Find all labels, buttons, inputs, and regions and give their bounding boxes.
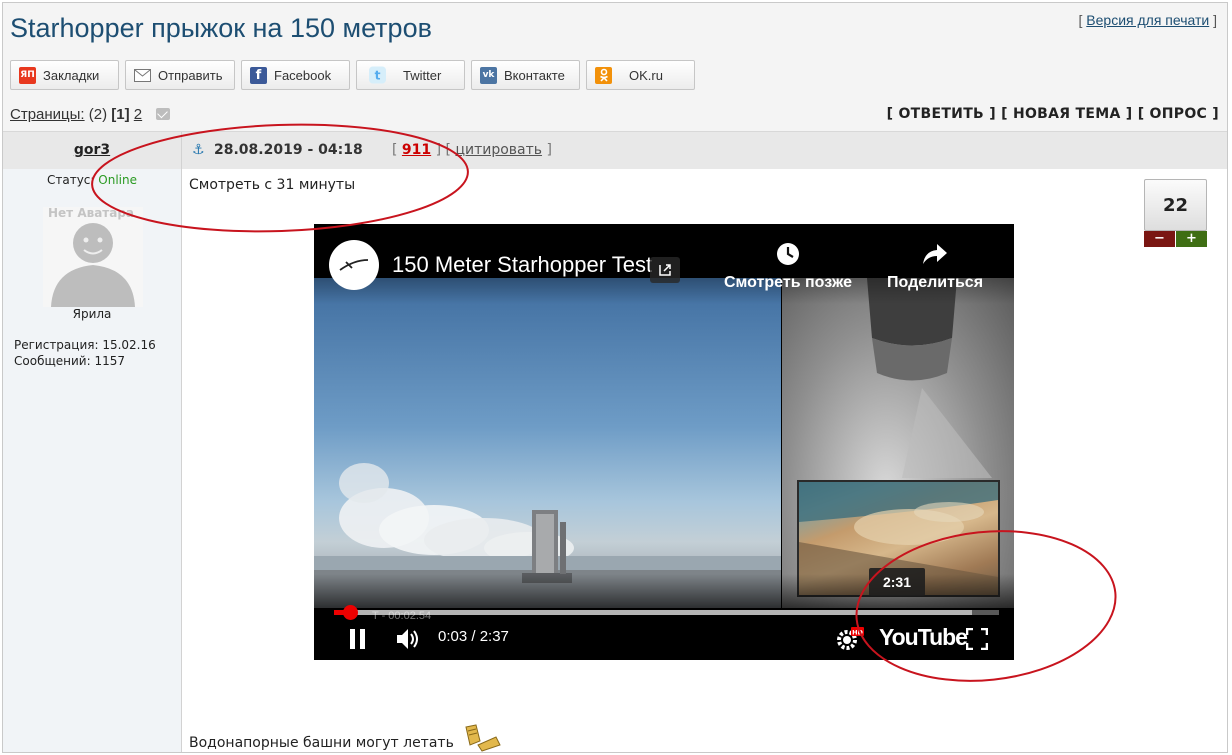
pages-label[interactable]: Страницы: <box>10 106 85 123</box>
post-number[interactable]: 911 <box>402 142 431 158</box>
share-bar: ЯП Закладки Отправить f Facebook t Twitt… <box>3 55 1227 99</box>
no-avatar-label: Нет Аватара <box>48 206 135 220</box>
avatar <box>43 207 143 307</box>
spacex-channel-logo[interactable] <box>329 240 379 290</box>
page-title: Starhopper прыжок на 150 метров <box>10 13 432 43</box>
post-date: 28.08.2019 - 04:18 <box>214 142 363 158</box>
pause-icon[interactable] <box>348 628 368 653</box>
vk-icon: vk <box>480 66 497 84</box>
share-bookmarks-button[interactable]: ЯП Закладки <box>10 60 119 90</box>
pagination-row: Страницы: (2) [1] 2 [ ОТВЕТИТЬ ] [ НОВАЯ… <box>3 99 1227 131</box>
page-2-link[interactable]: 2 <box>134 106 142 123</box>
subscribe-icon[interactable] <box>156 108 171 120</box>
quote-link[interactable]: цитировать <box>455 142 542 158</box>
topic-header: Starhopper прыжок на 150 метров [ Версия… <box>3 3 1227 55</box>
author-info: Статус: Online Нет Аватара Ярила Регистр… <box>3 169 181 752</box>
odnoklassniki-icon <box>595 66 612 84</box>
external-link-icon[interactable] <box>650 257 680 283</box>
print-version: [ Версия для печати ] <box>1078 12 1217 28</box>
video-title[interactable]: 150 Meter Starhopper Test <box>392 252 652 278</box>
user-rank: Ярила <box>72 307 112 321</box>
twitter-icon: t <box>369 66 386 84</box>
page-count: (2) <box>88 106 108 123</box>
watch-later-button[interactable]: Смотреть позже <box>724 242 852 292</box>
video-time: 0:03 / 2:37 <box>438 628 509 645</box>
online-status: Online <box>98 173 137 187</box>
clock-icon <box>724 242 852 266</box>
post-rating: 22 − + <box>1144 179 1207 247</box>
yandex-bookmarks-icon: ЯП <box>19 66 36 84</box>
settings-icon[interactable]: HD <box>836 627 866 654</box>
reply-button[interactable]: [ ОТВЕТИТЬ ] <box>887 106 996 122</box>
post-content: Смотреть с 31 минуты 22 − + 150 Meter St… <box>181 169 1227 752</box>
svg-text:t: t <box>375 69 381 83</box>
share-email-button[interactable]: Отправить <box>125 60 235 90</box>
share-twitter-button[interactable]: t Twitter <box>356 60 465 90</box>
share-video-button[interactable]: Поделиться <box>887 242 983 292</box>
post-header: gor3 ⚓ 28.08.2019 - 04:18 [ 911 ] [ цити… <box>3 131 1227 170</box>
new-topic-button[interactable]: [ НОВАЯ ТЕМА ] <box>1001 106 1132 122</box>
anchor-icon[interactable]: ⚓ <box>192 142 205 158</box>
user-status: Статус: Online <box>46 173 137 187</box>
rating-minus-button[interactable]: − <box>1144 231 1175 247</box>
share-facebook-button[interactable]: f Facebook <box>241 60 350 90</box>
topic-actions: [ ОТВЕТИТЬ ] [ НОВАЯ ТЕМА ] [ ОПРОС ] <box>887 106 1219 122</box>
post-text: Смотреть с 31 минуты <box>189 177 356 193</box>
print-version-link[interactable]: Версия для печати <box>1086 12 1209 28</box>
share-ok-button[interactable]: OK.ru <box>586 60 695 90</box>
rating-plus-button[interactable]: + <box>1176 231 1207 247</box>
current-page: [1] <box>111 106 130 123</box>
share-arrow-icon <box>887 242 983 266</box>
share-vk-button[interactable]: vk Вконтакте <box>471 60 580 90</box>
forum-topic-page: Starhopper прыжок на 150 метров [ Версия… <box>2 2 1228 753</box>
post-author[interactable]: gor3 <box>3 142 181 158</box>
post-meta: [ 911 ] [ цитировать ] <box>392 142 552 158</box>
fullscreen-icon[interactable] <box>965 627 989 653</box>
progress-buffered <box>334 610 972 615</box>
facebook-icon: f <box>250 66 267 84</box>
volume-icon[interactable] <box>396 628 422 653</box>
default-avatar-icon <box>51 223 135 307</box>
youtube-logo[interactable]: YouTube <box>879 624 968 651</box>
seek-preview-time: 2:31 <box>869 568 925 596</box>
registration-date: Регистрация: 15.02.16 <box>14 338 156 352</box>
video-frame-launch <box>314 278 781 608</box>
poll-button[interactable]: [ ОПРОС ] <box>1138 106 1219 122</box>
youtube-player[interactable]: 150 Meter Starhopper Test Смотреть позже… <box>314 224 1014 660</box>
user-stats: Регистрация: 15.02.16 Сообщений: 1157 <box>14 337 156 369</box>
post-text-bottom: Водонапорные башни могут летать <box>189 723 502 752</box>
svg-text:HD: HD <box>852 629 863 637</box>
progress-scrubber[interactable] <box>343 605 358 620</box>
rating-value: 22 <box>1144 179 1207 231</box>
pagination: Страницы: (2) [1] 2 <box>10 106 171 123</box>
applause-smiley-icon <box>462 723 502 752</box>
mail-icon <box>134 67 151 84</box>
message-count: Сообщений: 1157 <box>14 354 125 368</box>
